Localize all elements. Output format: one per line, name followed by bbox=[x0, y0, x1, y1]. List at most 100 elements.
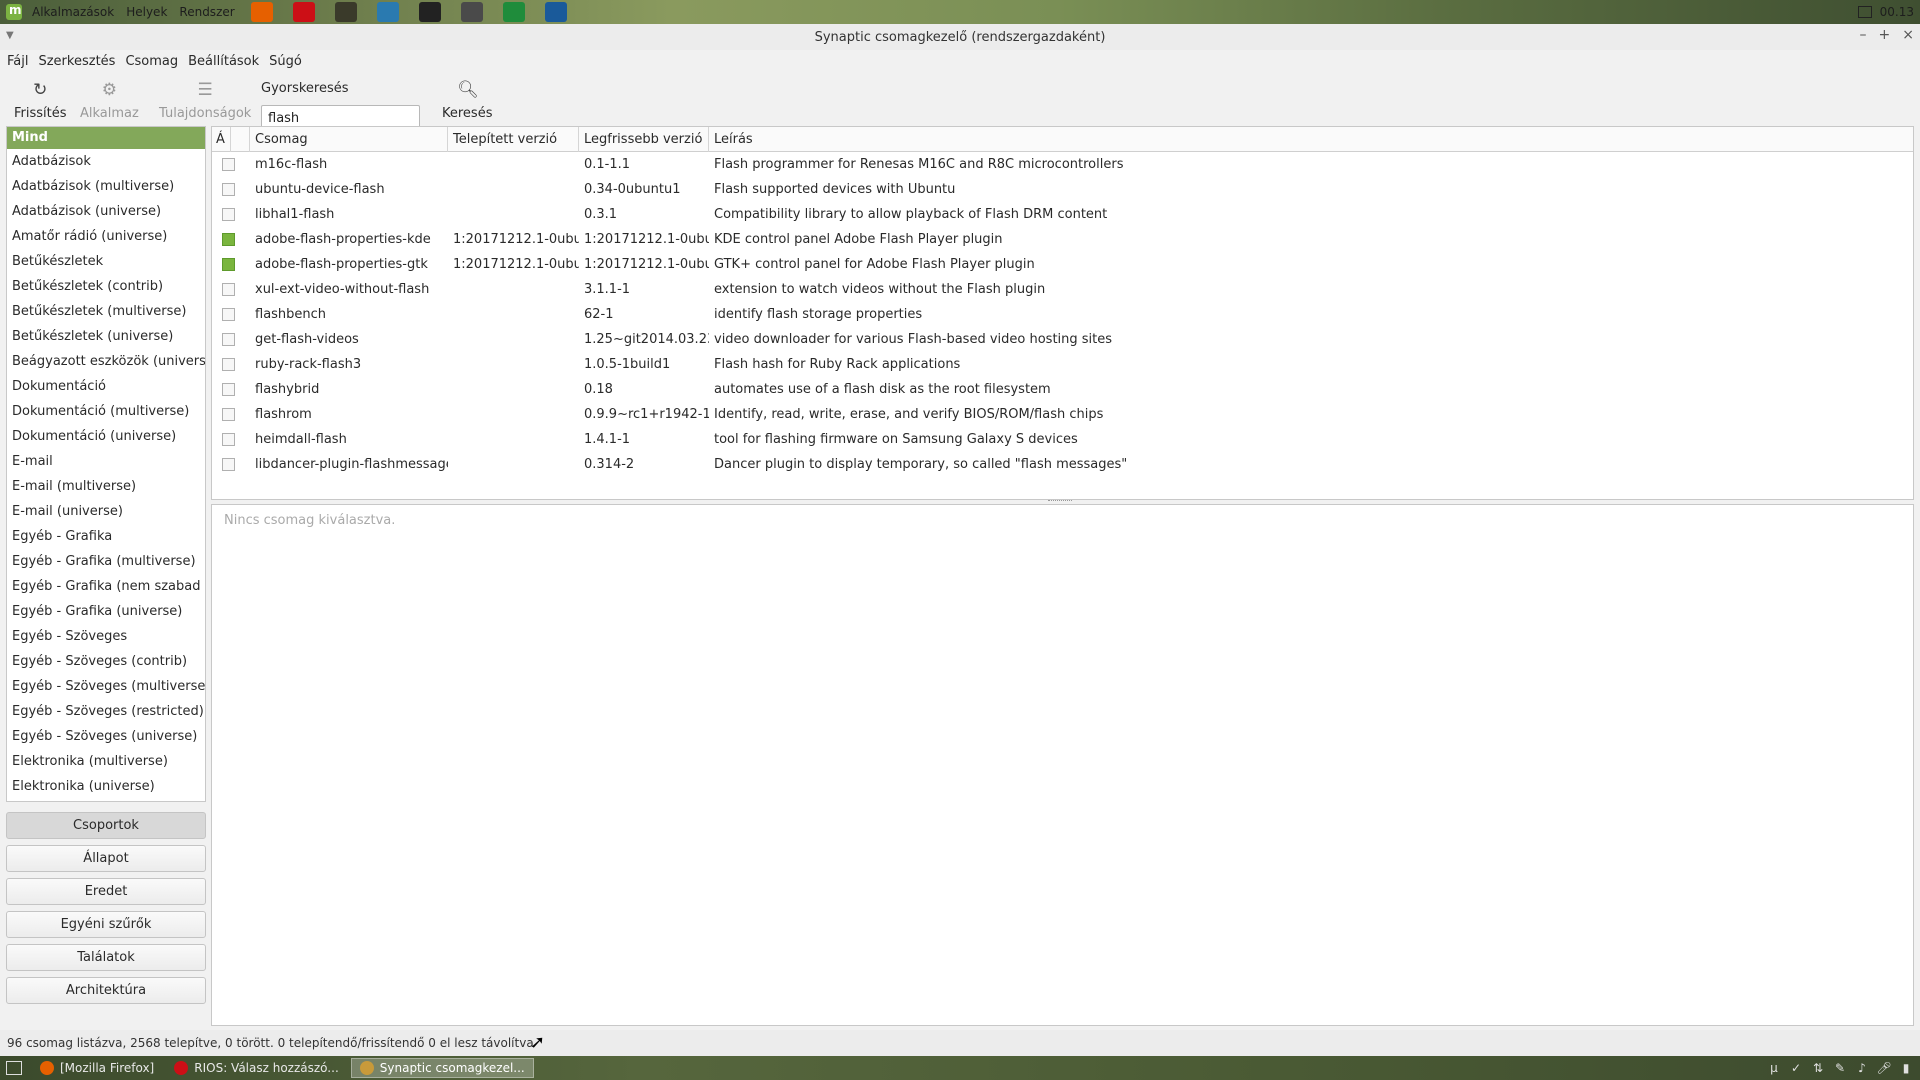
volume-icon[interactable]: ♪ bbox=[1854, 1060, 1870, 1076]
category-item[interactable]: Betűkészletek (contrib) bbox=[7, 274, 205, 299]
category-item[interactable]: Egyéb - Szöveges (universe) bbox=[7, 724, 205, 749]
minimize-button[interactable]: – bbox=[1860, 27, 1867, 43]
menu-package[interactable]: Csomag bbox=[120, 54, 183, 69]
status-checkbox[interactable] bbox=[222, 283, 235, 296]
status-checkbox[interactable] bbox=[222, 208, 235, 221]
status-cell[interactable] bbox=[212, 402, 250, 427]
taskbar-task[interactable]: Synaptic csomagkezel... bbox=[350, 1058, 534, 1078]
category-item[interactable]: Egyéb - Szöveges bbox=[7, 624, 205, 649]
menu-edit[interactable]: Szerkesztés bbox=[33, 54, 120, 69]
menu-settings[interactable]: Beállítások bbox=[183, 54, 264, 69]
pen-icon[interactable]: ✎ bbox=[1832, 1060, 1848, 1076]
status-cell[interactable] bbox=[212, 277, 250, 302]
status-cell[interactable] bbox=[212, 377, 250, 402]
category-item[interactable]: Elektronika (multiverse) bbox=[7, 749, 205, 774]
category-item[interactable]: Beágyazott eszközök (universe) bbox=[7, 349, 205, 374]
category-item[interactable]: Dokumentáció (multiverse) bbox=[7, 399, 205, 424]
category-item[interactable]: Dokumentáció bbox=[7, 374, 205, 399]
filter-button[interactable]: Állapot bbox=[6, 845, 206, 872]
category-item[interactable]: Amatőr rádió (universe) bbox=[7, 224, 205, 249]
close-button[interactable]: × bbox=[1902, 27, 1914, 43]
category-item[interactable]: E-mail bbox=[7, 449, 205, 474]
steam-icon[interactable] bbox=[460, 2, 483, 22]
system-monitor-icon[interactable] bbox=[334, 2, 357, 22]
category-item[interactable]: Elektronika (universe) bbox=[7, 774, 205, 799]
category-item[interactable]: Dokumentáció (universe) bbox=[7, 424, 205, 449]
category-item[interactable]: Betűkészletek (universe) bbox=[7, 324, 205, 349]
menu-help[interactable]: Súgó bbox=[264, 54, 307, 69]
table-row[interactable]: adobe-flash-properties-kde 1:20171212.1-0… bbox=[212, 227, 1913, 252]
filter-button[interactable]: Architektúra bbox=[6, 977, 206, 1004]
taskbar-task[interactable]: RIOS: Válasz hozzászó... bbox=[166, 1058, 347, 1078]
table-row[interactable]: flashybrid 0.18 automates use of a flash d… bbox=[212, 377, 1913, 402]
header-support[interactable] bbox=[231, 127, 250, 152]
status-cell[interactable] bbox=[212, 177, 250, 202]
header-latest-version[interactable]: Legfrissebb verzió bbox=[579, 127, 709, 152]
media-player-icon[interactable] bbox=[544, 2, 567, 22]
status-checkbox[interactable] bbox=[222, 383, 235, 396]
table-row[interactable]: ruby-rack-flash3 1.0.5-1build1 Flash hash … bbox=[212, 352, 1913, 377]
network-icon[interactable] bbox=[1857, 6, 1872, 18]
status-checkbox[interactable] bbox=[222, 408, 235, 421]
menu-system[interactable]: Rendszer bbox=[173, 0, 240, 24]
show-desktop-icon[interactable] bbox=[6, 1061, 22, 1075]
menu-places[interactable]: Helyek bbox=[120, 0, 173, 24]
table-row[interactable]: libhal1-flash 0.3.1 Compatibility library … bbox=[212, 202, 1913, 227]
filter-button[interactable]: Eredet bbox=[6, 878, 206, 905]
titlebar[interactable]: ▼ Synaptic csomagkezelő (rendszergazdaké… bbox=[0, 24, 1920, 50]
status-checkbox[interactable] bbox=[222, 308, 235, 321]
category-item[interactable]: Adatbázisok bbox=[7, 149, 205, 174]
utorrent-icon[interactable] bbox=[502, 2, 525, 22]
status-cell[interactable] bbox=[212, 327, 250, 352]
status-cell[interactable] bbox=[212, 427, 250, 452]
microphone-icon[interactable]: 🎤︎ bbox=[1876, 1060, 1892, 1076]
status-checkbox[interactable] bbox=[222, 233, 235, 246]
network-tray-icon[interactable]: ⇅ bbox=[1810, 1060, 1826, 1076]
reload-button[interactable]: ↻ Frissítés bbox=[14, 80, 67, 121]
category-item[interactable]: Egyéb - Grafika (universe) bbox=[7, 599, 205, 624]
status-cell[interactable] bbox=[212, 352, 250, 377]
category-item[interactable]: Betűkészletek bbox=[7, 249, 205, 274]
terminal-icon[interactable] bbox=[418, 2, 441, 22]
status-cell[interactable] bbox=[212, 152, 250, 177]
table-row[interactable]: heimdall-flash 1.4.1-1 tool for flashing f… bbox=[212, 427, 1913, 452]
properties-button[interactable]: ☰ Tulajdonságok bbox=[159, 80, 251, 121]
table-row[interactable]: ubuntu-device-flash 0.34-0ubuntu1 Flash su… bbox=[212, 177, 1913, 202]
status-checkbox[interactable] bbox=[222, 358, 235, 371]
status-cell[interactable] bbox=[212, 302, 250, 327]
category-item[interactable]: E-mail (multiverse) bbox=[7, 474, 205, 499]
status-checkbox[interactable] bbox=[222, 433, 235, 446]
clock[interactable]: 00.13 bbox=[1880, 5, 1914, 19]
category-item[interactable]: Betűkészletek (multiverse) bbox=[7, 299, 205, 324]
battery-icon[interactable]: ▮ bbox=[1898, 1060, 1914, 1076]
table-row[interactable]: flashrom 0.9.9~rc1+r1942-1 Identify, read,… bbox=[212, 402, 1913, 427]
taskbar-task[interactable]: [Mozilla Firefox] bbox=[32, 1058, 162, 1078]
status-checkbox[interactable] bbox=[222, 158, 235, 171]
mint-menu-icon[interactable] bbox=[6, 3, 22, 20]
search-button[interactable]: 🔍︎ Keresés bbox=[442, 80, 492, 121]
status-checkbox[interactable] bbox=[222, 333, 235, 346]
header-description[interactable]: Leírás bbox=[709, 127, 1913, 152]
utorrent-tray-icon[interactable]: µ bbox=[1766, 1060, 1782, 1076]
table-row[interactable]: flashbench 62-1 identify flash storage pro… bbox=[212, 302, 1913, 327]
status-checkbox[interactable] bbox=[222, 258, 235, 271]
libreoffice-writer-icon[interactable] bbox=[376, 2, 399, 22]
category-item[interactable]: Egyéb - Grafika bbox=[7, 524, 205, 549]
category-item[interactable]: Mind bbox=[7, 127, 205, 149]
status-cell[interactable] bbox=[212, 252, 250, 277]
apply-button[interactable]: ⚙ Alkalmaz bbox=[80, 80, 139, 121]
status-cell[interactable] bbox=[212, 452, 250, 477]
menu-applications[interactable]: Alkalmazások bbox=[26, 0, 120, 24]
table-row[interactable]: libdancer-plugin-flashmessage-pe 0.314-2 D… bbox=[212, 452, 1913, 477]
category-item[interactable]: Egyéb - Grafika (nem szabad szoftv bbox=[7, 574, 205, 599]
table-row[interactable]: adobe-flash-properties-gtk 1:20171212.1-0… bbox=[212, 252, 1913, 277]
category-item[interactable]: Egyéb - Szöveges (contrib) bbox=[7, 649, 205, 674]
status-checkbox[interactable] bbox=[222, 183, 235, 196]
category-item[interactable]: Adatbázisok (universe) bbox=[7, 199, 205, 224]
maximize-button[interactable]: + bbox=[1879, 27, 1891, 43]
update-manager-icon[interactable]: ✓ bbox=[1788, 1060, 1804, 1076]
table-row[interactable]: m16c-flash 0.1-1.1 Flash programmer for Re… bbox=[212, 152, 1913, 177]
menu-file[interactable]: Fájl bbox=[2, 54, 33, 69]
opera-icon[interactable] bbox=[292, 2, 315, 22]
header-status[interactable]: Á bbox=[212, 127, 231, 152]
